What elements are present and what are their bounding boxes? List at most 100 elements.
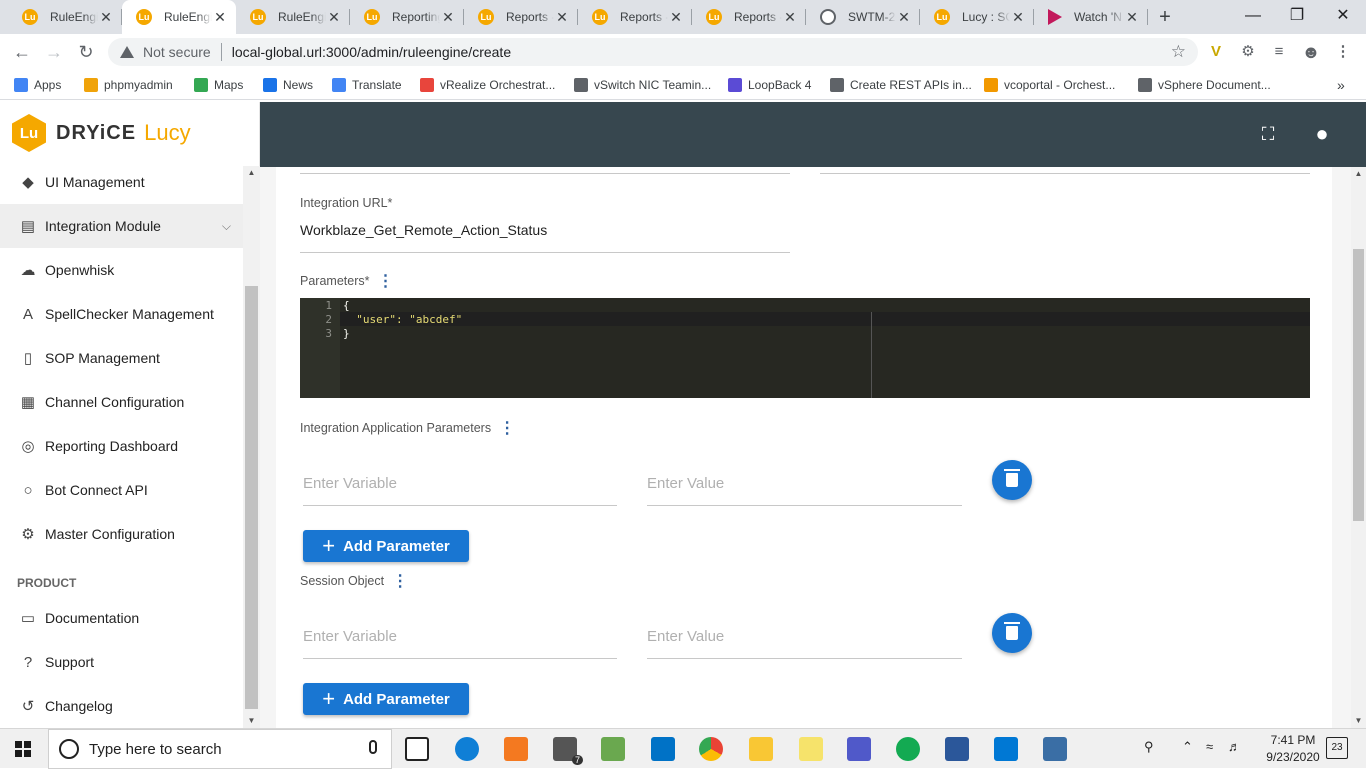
browser-tab[interactable]: Lu Reports - ✕ bbox=[464, 0, 578, 34]
scroll-down-icon[interactable]: ▼ bbox=[243, 714, 260, 728]
int-app-params-kebab-icon[interactable]: ⋮ bbox=[499, 420, 515, 436]
bookmark-item[interactable]: phpmyadmin bbox=[84, 76, 173, 94]
page-scroll-thumb[interactable] bbox=[1353, 249, 1364, 521]
reload-icon[interactable]: ↻ bbox=[74, 40, 98, 64]
scroll-up-icon[interactable]: ▲ bbox=[1351, 167, 1366, 181]
sidebar-scroll-thumb[interactable] bbox=[245, 286, 258, 709]
minimize-button[interactable]: — bbox=[1230, 0, 1276, 34]
bookmark-item[interactable]: Create REST APIs in... bbox=[830, 76, 972, 94]
extensions-puzzle-icon[interactable]: ⚙ bbox=[1237, 41, 1259, 63]
tab-close-icon[interactable]: ✕ bbox=[440, 9, 456, 26]
teams-icon[interactable] bbox=[847, 737, 871, 761]
tab-close-icon[interactable]: ✕ bbox=[554, 9, 570, 26]
account-icon[interactable]: ● bbox=[1310, 122, 1334, 146]
browser-tab[interactable]: Lu RuleEngine✕ bbox=[122, 0, 236, 34]
value-input[interactable]: Enter Value bbox=[647, 475, 724, 492]
sidebar-scrollbar[interactable]: ▲ ▼ bbox=[243, 166, 260, 728]
bookmark-item[interactable]: News bbox=[263, 76, 313, 94]
add-session-parameter-button[interactable]: + Add Parameter bbox=[303, 683, 469, 715]
mongodb-compass-icon[interactable] bbox=[896, 737, 920, 761]
sidebar-item-master-configuration[interactable]: ⚙ Master Configuration bbox=[0, 512, 243, 556]
sidebar-item-support[interactable]: ? Support bbox=[0, 640, 243, 684]
sidebar-item-integration-module[interactable]: ▤ Integration Module ⌵ bbox=[0, 204, 243, 248]
sidebar-item-openwhisk[interactable]: ☁ Openwhisk bbox=[0, 248, 243, 292]
sidebar-item-changelog[interactable]: ↺ Changelog bbox=[0, 684, 243, 726]
add-parameter-button[interactable]: + Add Parameter bbox=[303, 530, 469, 562]
tray-overflow-icon[interactable]: ⌃ bbox=[1182, 739, 1193, 755]
bookmark-item[interactable]: LoopBack 4 bbox=[728, 76, 811, 94]
sticky-notes-icon[interactable] bbox=[799, 737, 823, 761]
bookmark-item[interactable]: vSwitch NIC Teamin... bbox=[574, 76, 711, 94]
tab-close-icon[interactable]: ✕ bbox=[896, 9, 912, 26]
notepad-icon[interactable] bbox=[601, 737, 625, 761]
outlook-icon[interactable] bbox=[651, 737, 675, 761]
parameters-kebab-icon[interactable]: ⋮ bbox=[377, 273, 393, 289]
taskbar-clock[interactable]: 7:41 PM 9/23/2020 bbox=[1266, 732, 1320, 766]
browser-menu-icon[interactable]: ⋮ bbox=[1332, 41, 1354, 63]
bookmark-item[interactable]: Maps bbox=[194, 76, 243, 94]
sidebar-item-documentation[interactable]: ▭ Documentation bbox=[0, 596, 243, 640]
taskbar-search[interactable]: Type here to search bbox=[48, 729, 392, 769]
restore-button[interactable]: ❐ bbox=[1274, 0, 1320, 34]
session-variable-input[interactable]: Enter Variable bbox=[303, 628, 397, 645]
reading-list-icon[interactable]: ≡ bbox=[1268, 41, 1290, 63]
tab-close-icon[interactable]: ✕ bbox=[668, 9, 684, 26]
tab-close-icon[interactable]: ✕ bbox=[1124, 9, 1140, 26]
bookmark-item[interactable]: Apps bbox=[14, 76, 61, 94]
session-value-input[interactable]: Enter Value bbox=[647, 628, 724, 645]
new-tab-button[interactable]: + bbox=[1154, 4, 1176, 30]
sidebar-item-ui-management[interactable]: ◆ UI Management bbox=[0, 166, 243, 204]
xampp-icon[interactable] bbox=[504, 737, 528, 761]
integration-url-input[interactable]: Workblaze_Get_Remote_Action_Status bbox=[300, 222, 547, 238]
vscode-icon[interactable] bbox=[994, 737, 1018, 761]
tab-close-icon[interactable]: ✕ bbox=[782, 9, 798, 26]
bookmark-item[interactable]: vSphere Document... bbox=[1138, 76, 1271, 94]
bookmark-item[interactable]: vRealize Orchestrat... bbox=[420, 76, 555, 94]
chevron-down-icon[interactable]: ⌵ bbox=[222, 219, 231, 234]
sidebar-item-channel-configuration[interactable]: ▦ Channel Configuration bbox=[0, 380, 243, 424]
sidebar-item-reporting-dashboard[interactable]: ◎ Reporting Dashboard bbox=[0, 424, 243, 468]
chrome-icon[interactable] bbox=[699, 737, 723, 761]
volume-icon[interactable]: ♬ bbox=[1228, 739, 1241, 754]
scroll-down-icon[interactable]: ▼ bbox=[1351, 714, 1366, 728]
dryice-lucy-logo[interactable]: Lu DRYiCE Lucy bbox=[12, 114, 191, 152]
browser-tab[interactable]: Lu Reporting ✕ bbox=[350, 0, 464, 34]
browser-tab[interactable]: Watch 'N ✕ bbox=[1034, 0, 1148, 34]
tab-close-icon[interactable]: ✕ bbox=[212, 9, 228, 26]
browser-tab[interactable]: SWTM-20✕ bbox=[806, 0, 920, 34]
back-icon[interactable]: ← bbox=[10, 40, 34, 64]
delete-session-button[interactable] bbox=[992, 613, 1032, 653]
sidebar-item-bot-connect-api[interactable]: ○ Bot Connect API bbox=[0, 468, 243, 512]
sidebar-item-spellchecker-management[interactable]: A SpellChecker Management bbox=[0, 292, 243, 336]
edge-icon[interactable] bbox=[455, 737, 479, 761]
browser-tab[interactable]: Lu Reports - ✕ bbox=[578, 0, 692, 34]
fullscreen-icon[interactable]: ⛶ bbox=[1256, 122, 1280, 146]
network-tool-icon[interactable] bbox=[1043, 737, 1067, 761]
action-center-icon[interactable]: 23 bbox=[1326, 737, 1348, 759]
browser-tab[interactable]: Lu RuleEngine✕ bbox=[8, 0, 122, 34]
forward-icon[interactable]: → bbox=[42, 40, 66, 64]
bookmark-star-icon[interactable]: ☆ bbox=[1171, 42, 1186, 62]
bookmarks-overflow-icon[interactable]: » bbox=[1337, 76, 1345, 94]
window-close-button[interactable]: ✕ bbox=[1320, 0, 1366, 34]
sidebar-item-sop-management[interactable]: ▯ SOP Management bbox=[0, 336, 243, 380]
bookmark-item[interactable]: vcoportal - Orchest... bbox=[984, 76, 1115, 94]
address-bar[interactable]: Not secure local-global.url:3000/admin/r… bbox=[108, 38, 1198, 66]
file-explorer-icon[interactable] bbox=[749, 737, 773, 761]
mail-icon[interactable]: 7 bbox=[553, 737, 583, 765]
tab-close-icon[interactable]: ✕ bbox=[98, 9, 114, 26]
tab-close-icon[interactable]: ✕ bbox=[1010, 9, 1026, 26]
scroll-up-icon[interactable]: ▲ bbox=[243, 166, 260, 180]
windows-start-icon[interactable] bbox=[15, 741, 31, 757]
session-object-kebab-icon[interactable]: ⋮ bbox=[392, 573, 408, 589]
wifi-icon[interactable]: ≈ bbox=[1206, 739, 1213, 754]
people-icon[interactable]: ⚲ bbox=[1144, 739, 1154, 755]
delete-parameter-button[interactable] bbox=[992, 460, 1032, 500]
browser-tab[interactable]: Lu Reports - ✕ bbox=[692, 0, 806, 34]
tab-close-icon[interactable]: ✕ bbox=[326, 9, 342, 26]
profile-icon[interactable]: ☻ bbox=[1300, 41, 1322, 63]
word-icon[interactable] bbox=[945, 737, 969, 761]
browser-tab[interactable]: Lu RuleEngine✕ bbox=[236, 0, 350, 34]
microphone-icon[interactable] bbox=[369, 740, 377, 754]
page-scrollbar[interactable]: ▲ ▼ bbox=[1351, 167, 1366, 728]
